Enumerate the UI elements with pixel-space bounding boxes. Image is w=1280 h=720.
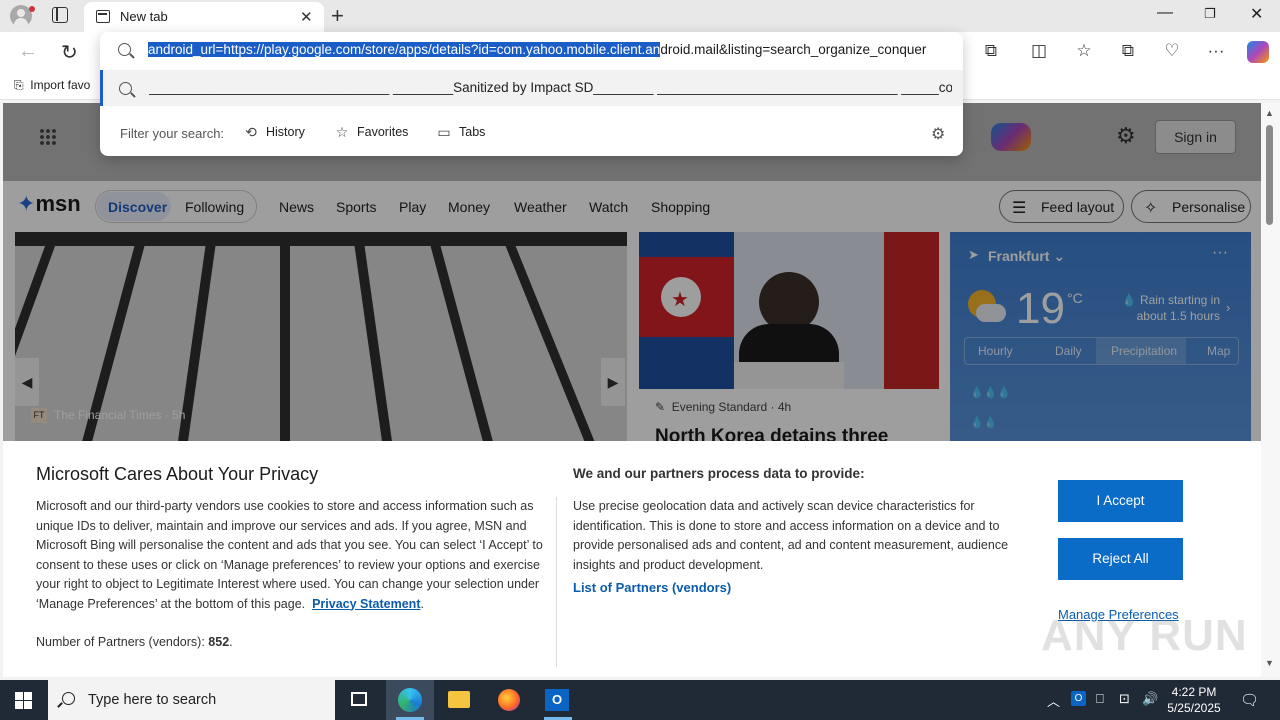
edge-taskbar-icon[interactable]	[386, 680, 434, 720]
suggestion-text: ________________________________ _______…	[149, 80, 952, 95]
taskbar-search-box[interactable]: Type here to search	[48, 680, 335, 720]
page-scrollbar[interactable]: ▲ ▼	[1261, 103, 1280, 677]
task-view-icon[interactable]	[336, 680, 384, 720]
search-filter-row: Filter your search: ⟲ History ☆ Favorite…	[120, 124, 946, 144]
file-explorer-icon[interactable]	[435, 680, 483, 720]
privacy-consent-banner: Microsoft Cares About Your Privacy Micro…	[3, 441, 1261, 677]
scroll-down-arrow-icon[interactable]: ▼	[1265, 658, 1274, 668]
meet-now-icon[interactable]: ⎕	[1096, 691, 1104, 707]
filter-label: Filter your search:	[120, 126, 225, 141]
address-url-text[interactable]: android_url=https://play.google.com/stor…	[148, 42, 946, 57]
anyrun-watermark: ANY RUN	[1041, 611, 1248, 660]
taskbar-clock[interactable]: 4:22 PM 5/25/2025	[1160, 684, 1228, 716]
restore-icon[interactable]: ❐	[1204, 6, 1216, 22]
address-bar-dropdown: android_url=https://play.google.com/stor…	[100, 32, 963, 156]
browser-essentials-icon[interactable]: ♡	[1162, 41, 1182, 61]
privacy-statement-link[interactable]: Privacy Statement	[312, 597, 420, 611]
import-favorites-item[interactable]: ⎘ Import favo	[14, 78, 90, 93]
search-settings-gear-icon[interactable]: ⚙	[931, 124, 945, 144]
privacy-title: Microsoft Cares About Your Privacy	[36, 464, 319, 484]
new-tab-plus-icon[interactable]: +	[331, 3, 344, 29]
privacy-heading2: We and our partners process data to prov…	[573, 466, 865, 481]
minimize-icon[interactable]: —	[1157, 4, 1173, 22]
search-icon	[62, 692, 75, 705]
star-icon: ☆	[335, 124, 349, 140]
collections-icon[interactable]: ⧉	[1118, 41, 1138, 61]
tab-actions-icon[interactable]	[52, 7, 68, 23]
scroll-up-arrow-icon[interactable]: ▲	[1265, 108, 1274, 118]
back-arrow-icon[interactable]: ←	[18, 40, 38, 63]
address-input[interactable]: android_url=https://play.google.com/stor…	[100, 32, 963, 70]
privacy-divider	[556, 497, 557, 667]
accept-button[interactable]: I Accept	[1058, 480, 1183, 522]
copilot-icon[interactable]	[1247, 41, 1269, 63]
tabs-icon: ▭	[437, 124, 451, 140]
network-icon[interactable]: ⊡	[1119, 691, 1130, 707]
volume-icon[interactable]: 🔊	[1142, 691, 1158, 707]
outlook-tray-icon[interactable]: O	[1071, 691, 1086, 706]
outlook-icon[interactable]: O	[534, 680, 582, 720]
reject-all-button[interactable]: Reject All	[1058, 538, 1183, 580]
extensions-icon[interactable]: ⧉	[981, 41, 1001, 61]
list-of-partners-link[interactable]: List of Partners (vendors)	[573, 580, 731, 595]
search-icon	[119, 82, 132, 95]
firefox-icon[interactable]	[485, 680, 533, 720]
show-hidden-icons-chevron-icon[interactable]: ︿	[1047, 691, 1060, 710]
scroll-thumb[interactable]	[1266, 125, 1273, 225]
history-icon: ⟲	[245, 124, 257, 140]
tab-strip: New tab ✕ + — ❐ ✕	[0, 0, 1280, 32]
favorites-star-icon[interactable]: ☆	[1074, 41, 1094, 61]
partners-count: Number of Partners (vendors): 852.	[36, 635, 233, 649]
address-suggestion[interactable]: ________________________________ _______…	[100, 70, 963, 106]
split-screen-icon[interactable]: ◫	[1029, 41, 1049, 61]
privacy-body: Microsoft and our third-party vendors us…	[36, 499, 543, 611]
windows-start-icon[interactable]	[15, 692, 32, 709]
tab-new-tab[interactable]: New tab ✕	[84, 2, 324, 32]
tab-close-icon[interactable]: ✕	[300, 8, 313, 26]
privacy-body2: Use precise geolocation data and activel…	[573, 499, 1009, 572]
profile-notification-dot	[29, 6, 35, 12]
more-menu-icon[interactable]: ···	[1206, 41, 1226, 61]
window-close-icon[interactable]: ✕	[1250, 4, 1263, 24]
new-tab-page-icon	[96, 10, 110, 23]
refresh-icon[interactable]: ↻	[61, 40, 78, 65]
search-icon	[118, 43, 131, 56]
tab-title: New tab	[120, 9, 168, 24]
notifications-icon[interactable]: 🗨	[1240, 691, 1259, 709]
windows-taskbar: Type here to search O ︿ O ⎕ ⊡ 🔊 4:22 PM …	[0, 680, 1280, 720]
